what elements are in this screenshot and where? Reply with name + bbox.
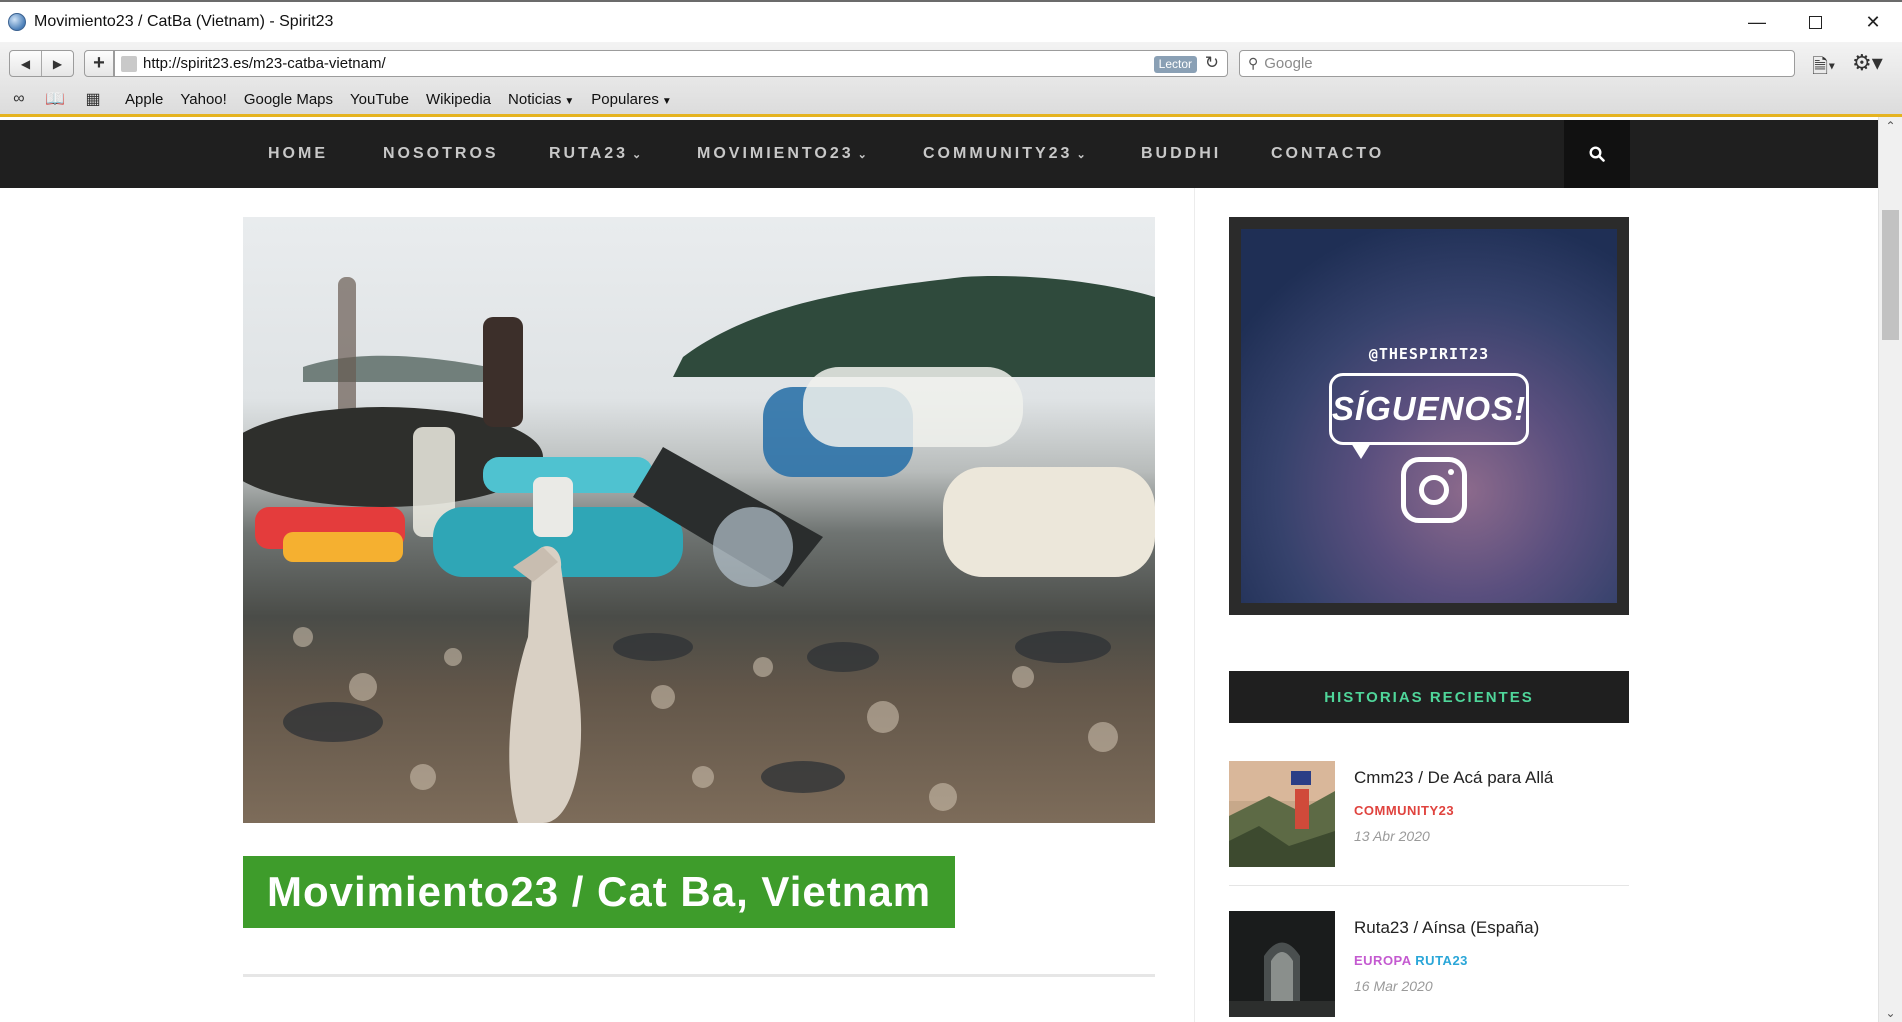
chevron-down-icon: ▼ — [661, 95, 672, 107]
top-sites-grid-icon[interactable]: ▦ — [78, 89, 108, 109]
nav-label: RUTA23 — [549, 145, 629, 162]
bookmark-folder-noticias[interactable]: Noticias ▼ — [508, 91, 574, 108]
nav-item-community23[interactable]: COMMUNITY23 ⌄ — [923, 120, 1089, 188]
browser-toolbar: ◀ ▶ + http://spirit23.es/m23-catba-vietn… — [0, 42, 1902, 117]
plus-icon: + — [93, 52, 105, 74]
forward-button[interactable]: ▶ — [41, 51, 73, 76]
site-search-button[interactable] — [1564, 120, 1630, 188]
divider — [243, 974, 1155, 977]
story-title[interactable]: Cmm23 / De Acá para Allá — [1354, 768, 1553, 788]
column-divider — [1194, 188, 1195, 1022]
bookmark-folder-label: Noticias — [508, 90, 562, 108]
bookmark-google-maps[interactable]: Google Maps — [244, 91, 333, 108]
story-categories: COMMUNITY23 — [1354, 803, 1454, 818]
site-icon — [121, 55, 137, 72]
instagram-handle: @THESPIRIT23 — [1368, 345, 1490, 363]
bookmark-folder-label: Populares — [591, 90, 659, 108]
history-buttons: ◀ ▶ — [9, 50, 74, 77]
gear-icon[interactable]: ⚙▾ — [1852, 50, 1883, 76]
speech-bubble: SÍGUENOS! — [1329, 373, 1529, 445]
story-date: 13 Abr 2020 — [1354, 828, 1430, 844]
chevron-down-icon: ⌄ — [632, 149, 645, 161]
search-icon — [1589, 146, 1605, 162]
close-window-button[interactable]: ✕ — [1844, 2, 1902, 42]
page-scrollbar[interactable]: ⌃ ⌄ — [1878, 117, 1902, 1022]
nav-label: NOSOTROS — [383, 145, 499, 162]
search-icon: ⚲ — [1248, 55, 1259, 71]
globe-favicon-icon — [8, 13, 26, 31]
chevron-down-icon: ⌄ — [857, 149, 870, 161]
bookmark-wikipedia[interactable]: Wikipedia — [426, 91, 491, 108]
reader-button[interactable]: Lector — [1153, 56, 1197, 73]
story-thumbnail[interactable] — [1229, 761, 1335, 867]
bookmark-yahoo[interactable]: Yahoo! — [180, 91, 226, 108]
maximize-button[interactable] — [1786, 2, 1844, 42]
forward-arrow-icon: ▶ — [52, 56, 63, 71]
featured-image — [243, 217, 1155, 823]
story-thumbnail[interactable] — [1229, 911, 1335, 1017]
speech-bubble-tail — [1351, 443, 1371, 459]
nav-label: CONTACTO — [1271, 145, 1385, 162]
post-title-banner: Movimiento23 / Cat Ba, Vietnam — [243, 856, 956, 928]
back-button[interactable]: ◀ — [10, 51, 41, 76]
post-title: Movimiento23 / Cat Ba, Vietnam — [267, 868, 932, 915]
window-title: Movimiento23 / CatBa (Vietnam) - Spirit2… — [34, 13, 334, 30]
add-bookmark-button[interactable]: + — [84, 50, 114, 77]
nav-label: MOVIMIENTO23 — [697, 145, 854, 162]
bookmark-folder-populares[interactable]: Populares ▼ — [591, 91, 671, 108]
page-menu-icon[interactable]: 🗎▾ — [1812, 52, 1835, 86]
chevron-down-icon: ⌄ — [1076, 149, 1089, 161]
nav-item-contacto[interactable]: CONTACTO — [1271, 120, 1384, 188]
category-tag[interactable]: EUROPA — [1354, 953, 1411, 968]
category-tag[interactable]: COMMUNITY23 — [1354, 803, 1454, 818]
close-icon: ✕ — [1865, 11, 1881, 32]
search-placeholder: Google — [1264, 55, 1313, 72]
scroll-down-icon[interactable]: ⌄ — [1879, 1006, 1902, 1020]
nav-item-movimiento23[interactable]: MOVIMIENTO23 ⌄ — [697, 120, 870, 188]
back-arrow-icon: ◀ — [20, 56, 31, 71]
bookmark-youtube[interactable]: YouTube — [350, 91, 409, 108]
chevron-down-icon: ▼ — [564, 95, 575, 107]
nav-item-nosotros[interactable]: NOSOTROS — [383, 120, 499, 188]
minimize-button[interactable]: — — [1728, 2, 1786, 42]
story-title[interactable]: Ruta23 / Aínsa (España) — [1354, 918, 1539, 938]
minimize-icon: — — [1748, 11, 1766, 32]
nav-item-home[interactable]: HOME — [268, 120, 328, 188]
nav-item-buddhi[interactable]: BUDDHI — [1141, 120, 1221, 188]
url-text[interactable]: http://spirit23.es/m23-catba-vietnam/ — [143, 55, 386, 72]
address-bar[interactable]: http://spirit23.es/m23-catba-vietnam/ Le… — [114, 50, 1228, 77]
instagram-icon — [1401, 457, 1467, 523]
nav-label: BUDDHI — [1141, 145, 1222, 162]
category-tag[interactable]: RUTA23 — [1415, 953, 1468, 968]
story-date: 16 Mar 2020 — [1354, 978, 1433, 994]
follow-cta: SÍGUENOS! — [1331, 390, 1527, 427]
search-field[interactable]: ⚲ Google — [1239, 50, 1795, 77]
bookmarks-bar: ∞ 📖 ▦ Apple Yahoo! Google Maps YouTube W… — [0, 86, 1902, 112]
reload-icon[interactable]: ↻ — [1205, 53, 1219, 73]
divider — [1229, 885, 1629, 886]
scrollbar-thumb[interactable] — [1882, 210, 1899, 340]
nav-label: COMMUNITY23 — [923, 145, 1073, 162]
instagram-follow-banner[interactable]: @THESPIRIT23 SÍGUENOS! — [1229, 217, 1629, 615]
bookmark-apple[interactable]: Apple — [125, 91, 163, 108]
site-navigation: HOME NOSOTROS RUTA23 ⌄ MOVIMIENTO23 ⌄ COMM… — [0, 120, 1878, 188]
maximize-icon — [1808, 15, 1822, 29]
scroll-up-icon[interactable]: ⌃ — [1879, 119, 1902, 133]
recent-stories-heading: HISTORIAS RECIENTES — [1229, 671, 1629, 723]
bookmarks-book-icon[interactable]: 📖 — [40, 89, 70, 109]
story-categories: EUROPA RUTA23 — [1354, 953, 1468, 968]
nav-label: HOME — [268, 145, 328, 162]
instagram-banner-background: @THESPIRIT23 SÍGUENOS! — [1241, 229, 1617, 603]
reading-list-icon[interactable]: ∞ — [6, 90, 32, 108]
nav-item-ruta23[interactable]: RUTA23 ⌄ — [549, 120, 644, 188]
window-titlebar: Movimiento23 / CatBa (Vietnam) - Spirit2… — [0, 0, 1902, 42]
